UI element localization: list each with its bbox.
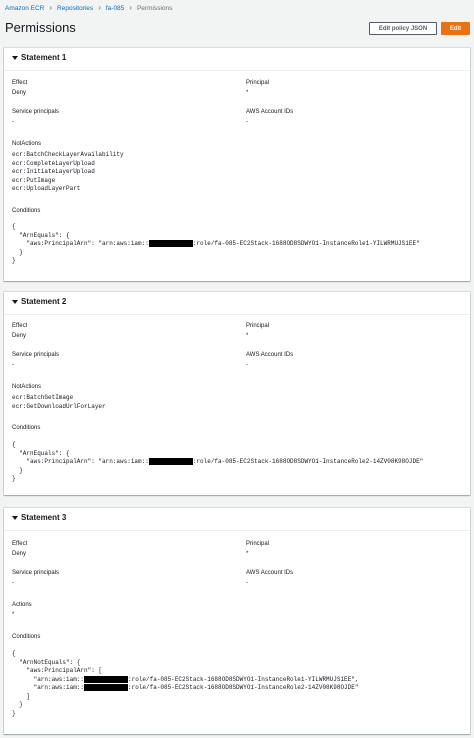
principal-value: * bbox=[246, 90, 249, 96]
action-item: ecr:InitiateLayerUpload bbox=[12, 168, 95, 175]
statement-card-2: Statement 2 Effect Deny Principal * Serv… bbox=[4, 292, 470, 495]
statement-title: Statement 2 bbox=[21, 297, 67, 306]
caret-down-icon bbox=[12, 300, 18, 304]
redacted-account-id bbox=[84, 684, 129, 692]
aws-account-ids-value: - bbox=[246, 119, 248, 125]
chevron-right-icon: › bbox=[49, 3, 53, 12]
conditions-label: Conditions bbox=[12, 425, 41, 431]
effect-label: Effect bbox=[12, 323, 28, 329]
service-principals-label: Service principals bbox=[12, 352, 60, 358]
statement-header[interactable]: Statement 1 bbox=[4, 48, 470, 71]
effect-value: Deny bbox=[12, 333, 27, 339]
redacted-account-id bbox=[148, 240, 193, 247]
service-principals-value: - bbox=[12, 119, 14, 125]
action-item: ecr:GetDownloadUrlForLayer bbox=[12, 402, 106, 410]
principal-value: * bbox=[246, 551, 249, 557]
edit-button[interactable]: Edit bbox=[441, 22, 470, 35]
aws-account-ids-label: AWS Account IDs bbox=[246, 109, 294, 115]
effect-label: Effect bbox=[12, 541, 28, 547]
principal-label: Principal bbox=[246, 323, 270, 329]
not-actions-label: NotActions bbox=[12, 141, 42, 147]
service-principals-value: - bbox=[12, 362, 14, 368]
service-principals-label: Service principals bbox=[12, 109, 60, 115]
action-item: ecr:BatchCheckLayerAvailability bbox=[12, 151, 124, 158]
redacted-account-id bbox=[148, 458, 193, 465]
principal-label: Principal bbox=[246, 80, 270, 86]
service-principals-label: Service principals bbox=[12, 570, 60, 576]
aws-account-ids-value: - bbox=[246, 362, 248, 368]
actions-value: * bbox=[12, 612, 15, 618]
effect-label: Effect bbox=[12, 80, 28, 86]
statement-card-3: Statement 3 Effect Deny Principal * Serv… bbox=[4, 508, 470, 734]
breadcrumb-link-repository[interactable]: fa-085 bbox=[106, 5, 124, 12]
action-item: ecr:UploadLayerPart bbox=[12, 185, 81, 192]
action-item: ecr:CompleteLayerUpload bbox=[12, 159, 95, 167]
statement-card-1: Statement 1 Effect Deny Principal * Serv… bbox=[4, 48, 470, 281]
chevron-right-icon: › bbox=[98, 3, 101, 12]
caret-down-icon bbox=[12, 516, 18, 520]
conditions-label: Conditions bbox=[12, 634, 41, 640]
not-actions-list: ecr:BatchGetImage ecr:GetDownloadUrlForL… bbox=[12, 394, 106, 411]
principal-value: * bbox=[246, 333, 249, 339]
action-item: ecr:BatchGetImage bbox=[12, 394, 74, 401]
statement-title: Statement 3 bbox=[21, 513, 67, 522]
conditions-json: { "ArnEquals": { "aws:PrincipalArn": "ar… bbox=[12, 441, 424, 483]
effect-value: Deny bbox=[12, 90, 27, 96]
action-item: ecr:PutImage bbox=[12, 176, 56, 184]
aws-account-ids-label: AWS Account IDs bbox=[246, 352, 294, 358]
breadcrumb-current: Permissions bbox=[136, 4, 173, 12]
breadcrumb-link-repositories[interactable]: Repositories bbox=[57, 5, 93, 12]
effect-value: Deny bbox=[12, 551, 27, 557]
chevron-right-icon: › bbox=[129, 3, 132, 12]
conditions-json: { "ArnEquals": { "aws:PrincipalArn": "ar… bbox=[12, 223, 420, 265]
breadcrumb: Amazon ECR › Repositories › fa-085 › Per… bbox=[5, 3, 172, 13]
conditions-json: { "ArnNotEquals": { "aws:PrincipalArn": … bbox=[12, 650, 359, 717]
actions-label: Actions bbox=[12, 602, 32, 608]
statement-title: Statement 1 bbox=[21, 53, 67, 62]
aws-account-ids-value: - bbox=[246, 580, 248, 586]
service-principals-value: - bbox=[12, 580, 14, 586]
principal-label: Principal bbox=[246, 541, 270, 547]
page-title: Permissions bbox=[5, 20, 76, 35]
aws-account-ids-label: AWS Account IDs bbox=[246, 570, 294, 576]
not-actions-list: ecr:BatchCheckLayerAvailability ecr:Comp… bbox=[12, 151, 124, 194]
caret-down-icon bbox=[12, 56, 18, 60]
statement-header[interactable]: Statement 2 bbox=[4, 292, 470, 315]
edit-policy-json-button[interactable]: Edit policy JSON bbox=[369, 22, 437, 35]
statement-header[interactable]: Statement 3 bbox=[4, 508, 470, 531]
breadcrumb-link-amazon-ecr[interactable]: Amazon ECR bbox=[5, 5, 44, 12]
redacted-account-id bbox=[84, 675, 129, 683]
conditions-label: Conditions bbox=[12, 208, 41, 214]
not-actions-label: NotActions bbox=[12, 384, 42, 390]
